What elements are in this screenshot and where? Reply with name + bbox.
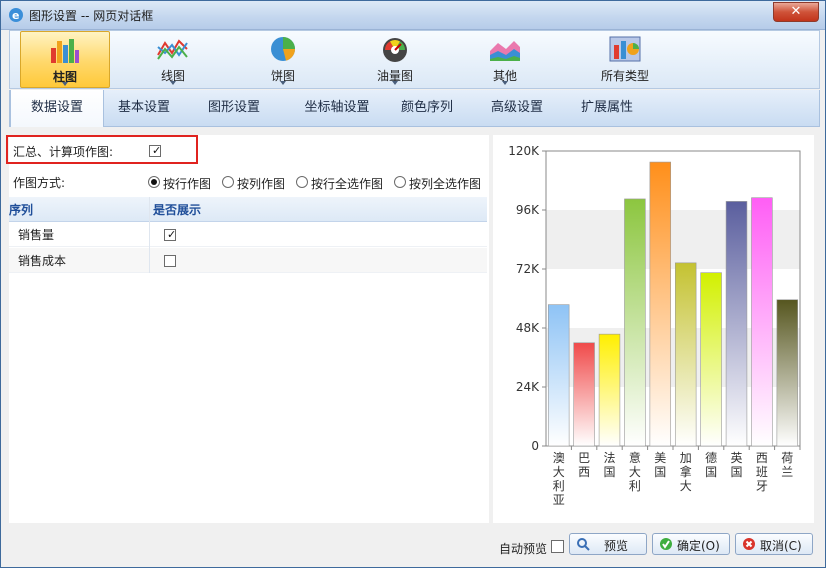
radio-label: 按列全选作图 xyxy=(409,177,482,191)
column-header-series: 序列 xyxy=(9,203,34,217)
y-tick-label: 48K xyxy=(516,321,540,335)
radio-dot-icon xyxy=(394,176,406,188)
cancel-label: 取消(C) xyxy=(760,539,802,553)
bar xyxy=(624,198,646,447)
y-tick-label: 72K xyxy=(516,262,540,276)
radio-label: 按列作图 xyxy=(237,177,286,191)
gauge-chart-icon xyxy=(383,38,407,62)
ribbon-item-other[interactable]: 其他 xyxy=(460,31,550,88)
x-tick-label: 德国 xyxy=(705,450,717,479)
check-circle-icon xyxy=(660,538,672,550)
radio-dot-icon xyxy=(148,176,160,188)
line-chart-icon xyxy=(157,39,188,60)
auto-preview-label: 自动预览 xyxy=(499,542,548,556)
bar xyxy=(776,299,799,447)
bar xyxy=(725,201,748,447)
pie-chart-icon xyxy=(271,37,295,61)
x-tick-label: 荷兰 xyxy=(781,451,793,479)
y-tick-label: 24K xyxy=(516,380,540,394)
column-header-show: 是否展示 xyxy=(153,203,202,217)
bar xyxy=(674,262,697,447)
table-row: 销售量 ✓ xyxy=(9,222,487,247)
dropdown-arrow-icon xyxy=(392,81,398,85)
x-tick-label: 澳大利亚 xyxy=(553,451,565,507)
area-chart-icon xyxy=(490,41,520,61)
auto-preview-checkbox[interactable] xyxy=(551,540,564,553)
tab-graph-settings[interactable]: 图形设置 xyxy=(192,90,276,126)
bar xyxy=(598,333,621,447)
column-divider xyxy=(149,197,150,273)
data-settings-panel xyxy=(9,135,489,523)
dropdown-arrow-icon xyxy=(280,81,286,85)
chart-type-ribbon: 柱图 线图 饼图 油量图 其他 所有类型 xyxy=(9,30,820,89)
cancel-button[interactable]: 取消(C) xyxy=(735,533,813,555)
ribbon-label: 所有类型 xyxy=(600,69,649,83)
show-checkbox[interactable] xyxy=(164,255,176,267)
radio-label: 按行作图 xyxy=(163,177,212,191)
bar xyxy=(547,304,570,447)
search-icon xyxy=(577,538,590,551)
tab-data-settings[interactable]: 数据设置 xyxy=(10,90,104,127)
dropdown-arrow-icon xyxy=(502,81,508,85)
series-name: 销售量 xyxy=(18,228,55,242)
dropdown-arrow-icon xyxy=(170,81,176,85)
dialog-window: e 图形设置 -- 网页对话框 ✕ 柱图 线图 饼图 油量图 其他 所有类型 数… xyxy=(0,0,826,568)
tab-basic-settings[interactable]: 基本设置 xyxy=(102,90,186,126)
bar xyxy=(649,161,672,447)
svg-text:e: e xyxy=(12,9,19,22)
table-row: 销售成本 xyxy=(9,248,487,273)
title-bar: e 图形设置 -- 网页对话框 ✕ xyxy=(1,1,825,30)
checkmark-icon: ✓ xyxy=(152,144,162,157)
mode-label: 作图方式: xyxy=(13,176,66,190)
series-name: 销售成本 xyxy=(18,254,67,268)
x-tick-label: 意大利 xyxy=(629,450,641,493)
x-tick-label: 西班牙 xyxy=(756,451,768,493)
show-checkbox[interactable]: ✓ xyxy=(164,229,176,241)
bar xyxy=(751,197,773,447)
x-tick-label: 法国 xyxy=(603,451,615,479)
close-button[interactable]: ✕ xyxy=(773,2,819,22)
window-title: 图形设置 -- 网页对话框 xyxy=(29,9,154,23)
ok-button[interactable]: 确定(O) xyxy=(652,533,730,555)
radio-dot-icon xyxy=(296,176,308,188)
x-tick-label: 英国 xyxy=(730,451,742,479)
summary-checkbox[interactable]: ✓ xyxy=(149,145,161,157)
x-tick-label: 美国 xyxy=(654,451,666,479)
tab-advanced-settings[interactable]: 高级设置 xyxy=(476,90,558,126)
ribbon-item-pie[interactable]: 饼图 xyxy=(238,31,328,88)
bar xyxy=(573,342,595,447)
tab-color-sequence[interactable]: 颜色序列 xyxy=(386,90,468,126)
checkmark-icon: ✓ xyxy=(167,228,177,241)
bar xyxy=(700,272,722,447)
ribbon-item-gauge[interactable]: 油量图 xyxy=(350,31,440,88)
x-tick-label: 巴西 xyxy=(578,451,590,479)
radio-dot-icon xyxy=(222,176,234,188)
ribbon-item-line[interactable]: 线图 xyxy=(128,31,218,88)
tab-axis-settings[interactable]: 坐标轴设置 xyxy=(288,90,386,126)
summary-label: 汇总、计算项作图: xyxy=(13,145,114,159)
ribbon-item-bar[interactable]: 柱图 xyxy=(20,31,110,88)
settings-tabs: 数据设置 基本设置 图形设置 坐标轴设置 颜色序列 高级设置 扩展属性 xyxy=(9,90,820,127)
cancel-circle-icon xyxy=(743,538,755,550)
dropdown-arrow-icon xyxy=(62,82,68,86)
series-table-header: 序列 是否展示 xyxy=(9,197,487,222)
x-tick-label: 加拿大 xyxy=(680,451,692,493)
tab-extended-properties[interactable]: 扩展属性 xyxy=(566,90,648,126)
preview-button[interactable]: 预览 xyxy=(569,533,647,555)
chart-preview-panel: 0 24K 48K 72K 96K 120K 澳大利亚 巴西 法国 意大利 美国 加拿大 德国 英国 西班牙… xyxy=(493,135,814,523)
ok-label: 确定(O) xyxy=(677,539,720,553)
preview-label: 预览 xyxy=(604,539,629,553)
radio-label: 按行全选作图 xyxy=(311,177,384,191)
ribbon-item-all-types[interactable]: 所有类型 xyxy=(580,31,670,88)
bar-chart: 0 24K 48K 72K 96K 120K 澳大利亚 巴西法国 意大利 美国 加拿大 德国英国 西班牙… xyxy=(508,144,801,507)
all-types-icon xyxy=(609,36,641,62)
y-tick-label: 96K xyxy=(516,203,540,217)
y-tick-label: 0 xyxy=(531,439,539,453)
y-tick-label: 120K xyxy=(508,144,540,158)
bar-chart-icon xyxy=(51,39,79,63)
ie-icon: e xyxy=(9,8,23,22)
